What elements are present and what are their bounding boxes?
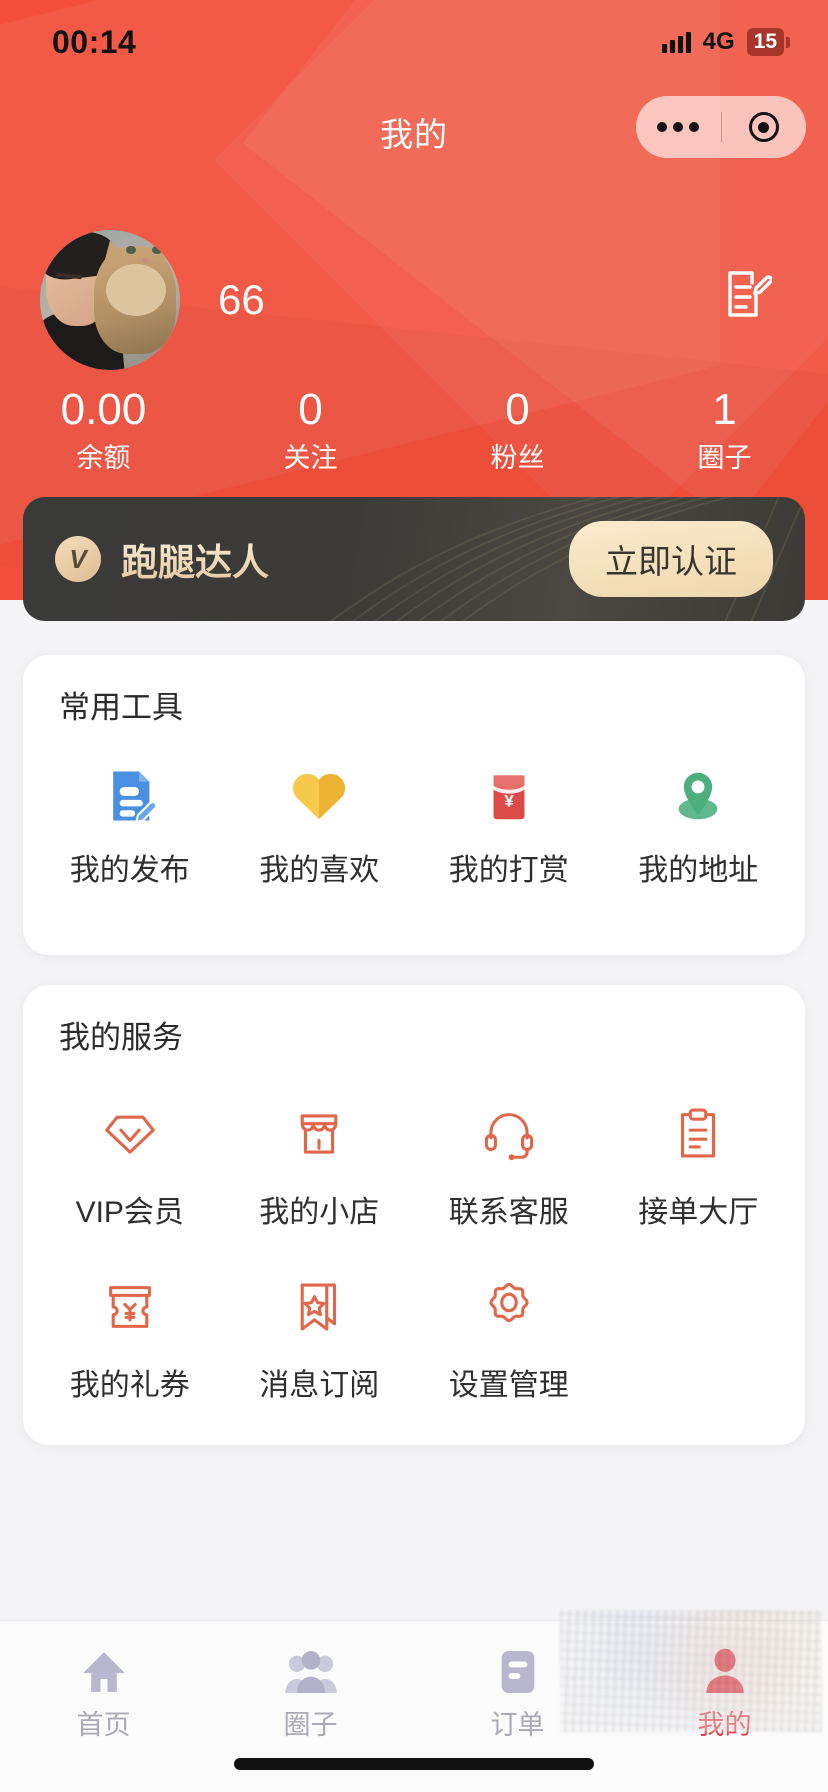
service-item-my-coupons[interactable]: 我的礼券 — [35, 1229, 225, 1402]
gear-settings-icon — [473, 1271, 545, 1343]
more-menu-button[interactable] — [636, 122, 721, 132]
tool-item-my-likes[interactable]: 我的喜欢 — [225, 726, 415, 887]
svg-text:¥: ¥ — [504, 792, 514, 811]
avatar-cat-eye-left — [126, 246, 136, 254]
stat-label: 余额 — [76, 443, 131, 474]
verify-banner-title: 跑腿达人 — [121, 532, 269, 586]
more-dots-icon — [657, 122, 700, 132]
my-services-title: 我的服务 — [59, 1020, 183, 1055]
network-type-label: 4G — [702, 27, 735, 55]
stat-value: 0 — [298, 385, 323, 434]
service-item-label: 设置管理 — [448, 1369, 569, 1403]
tool-item-label: 我的打赏 — [448, 854, 569, 888]
diamond-vip-icon — [94, 1098, 166, 1170]
headset-support-icon — [473, 1098, 545, 1170]
coupon-yuan-icon — [94, 1271, 166, 1343]
service-item-order-hall[interactable]: 接单大厅 — [604, 1056, 794, 1229]
clipboard-orders-icon — [662, 1098, 734, 1170]
target-circle-icon — [748, 112, 779, 142]
username: 66 — [218, 276, 265, 323]
profile-row[interactable]: 66 — [0, 230, 828, 370]
close-miniprogram-button[interactable] — [722, 112, 807, 142]
service-item-label: 我的小店 — [259, 1196, 380, 1230]
stat-label: 粉丝 — [490, 443, 545, 474]
my-services-grid: VIP会员 我的小店 联系客服 接单大厅 我的礼券 消息订阅 设置管理 — [23, 1056, 805, 1402]
stats-row: 0.00 余额 0 关注 0 粉丝 1 圈子 — [0, 385, 828, 474]
verify-banner[interactable]: V 跑腿达人 立即认证 — [23, 497, 805, 621]
tool-item-label: 我的发布 — [69, 854, 190, 888]
tool-item-my-posts[interactable]: 我的发布 — [35, 726, 225, 887]
stat-value: 1 — [712, 385, 737, 434]
people-circle-icon — [282, 1643, 340, 1701]
v-badge-icon: V — [55, 536, 101, 582]
common-tools-card: 常用工具 我的发布 我的喜欢 ¥ 我的打赏 我的地址 — [23, 655, 805, 955]
stat-following[interactable]: 0 关注 — [207, 385, 414, 474]
heart-icon — [283, 760, 355, 832]
tool-item-my-address[interactable]: 我的地址 — [604, 726, 794, 887]
verify-now-button[interactable]: 立即认证 — [569, 521, 773, 597]
my-services-card: 我的服务 VIP会员 我的小店 联系客服 接单大厅 我的礼券 消息订阅 设置管理 — [23, 985, 805, 1445]
shop-icon — [283, 1098, 355, 1170]
tool-item-label: 我的喜欢 — [259, 854, 380, 888]
red-envelope-yuan-icon: ¥ — [473, 760, 545, 832]
service-item-contact-support[interactable]: 联系客服 — [414, 1056, 604, 1229]
service-item-label: VIP会员 — [75, 1196, 184, 1230]
home-icon — [75, 1643, 133, 1701]
tab-label: 订单 — [490, 1710, 545, 1740]
battery-icon: 15 — [746, 27, 791, 57]
location-pin-icon — [662, 760, 734, 832]
stat-label: 圈子 — [697, 443, 752, 474]
status-indicators: 4G 15 — [661, 27, 791, 57]
service-item-settings[interactable]: 设置管理 — [414, 1229, 604, 1402]
stat-circles[interactable]: 1 圈子 — [621, 385, 828, 474]
screenshot-watermark-artifact — [560, 1610, 822, 1732]
common-tools-title: 常用工具 — [59, 690, 183, 725]
avatar-cat-face — [106, 264, 166, 316]
tab-home[interactable]: 首页 — [0, 1643, 207, 1741]
service-item-my-shop[interactable]: 我的小店 — [225, 1056, 415, 1229]
page-title: 我的 — [380, 116, 448, 153]
common-tools-grid: 我的发布 我的喜欢 ¥ 我的打赏 我的地址 — [23, 726, 805, 887]
service-item-placeholder — [604, 1229, 794, 1402]
avatar-cat-nose — [142, 258, 149, 263]
home-indicator — [234, 1758, 594, 1770]
stat-fans[interactable]: 0 粉丝 — [414, 385, 621, 474]
signal-bars-icon — [661, 31, 691, 53]
service-item-label: 消息订阅 — [259, 1369, 380, 1403]
status-time: 00:14 — [52, 23, 137, 60]
avatar[interactable] — [40, 230, 180, 370]
tab-label: 首页 — [76, 1710, 131, 1740]
stat-value: 0.00 — [60, 385, 147, 434]
miniprogram-capsule[interactable] — [636, 96, 806, 158]
service-item-label: 联系客服 — [448, 1196, 569, 1230]
tool-item-label: 我的地址 — [638, 854, 759, 888]
avatar-cat-eye-right — [152, 246, 162, 254]
tool-item-my-rewards[interactable]: ¥ 我的打赏 — [414, 726, 604, 887]
service-item-label: 接单大厅 — [638, 1196, 759, 1230]
stat-balance[interactable]: 0.00 余额 — [0, 385, 207, 474]
stat-label: 关注 — [283, 443, 338, 474]
service-item-label: 我的礼券 — [69, 1369, 190, 1403]
bookmark-star-icon — [283, 1271, 355, 1343]
service-item-vip[interactable]: VIP会员 — [35, 1056, 225, 1229]
stat-value: 0 — [505, 385, 530, 434]
status-bar: 00:14 4G 15 — [0, 0, 828, 84]
document-edit-icon — [94, 760, 166, 832]
tab-circle[interactable]: 圈子 — [207, 1643, 414, 1741]
tab-label: 圈子 — [283, 1710, 338, 1740]
order-list-icon — [489, 1643, 547, 1701]
edit-profile-icon[interactable] — [724, 268, 773, 322]
service-item-message-subscribe[interactable]: 消息订阅 — [225, 1229, 415, 1402]
